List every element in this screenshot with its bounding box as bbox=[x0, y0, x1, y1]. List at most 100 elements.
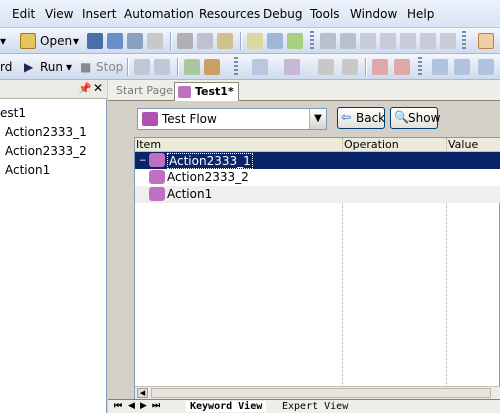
back-arrow-icon: ⇦ bbox=[341, 110, 352, 124]
tab-expert-view[interactable]: Expert View bbox=[282, 401, 348, 412]
spelling-icon[interactable] bbox=[420, 33, 436, 49]
close-panel-icon[interactable]: ✕ bbox=[93, 81, 103, 95]
magnifier-icon: 🔍 bbox=[394, 110, 409, 124]
column-header-value[interactable]: Value bbox=[448, 138, 478, 151]
tree-item-test[interactable]: est1 bbox=[0, 106, 26, 120]
clear-breakpoints-icon[interactable] bbox=[394, 59, 410, 75]
menu-automation[interactable]: Automation bbox=[124, 7, 194, 21]
menu-bar: Edit View Insert Automation Resources De… bbox=[0, 0, 500, 28]
print-icon[interactable] bbox=[127, 33, 143, 49]
toolbar-grip[interactable] bbox=[310, 31, 314, 51]
table-row[interactable]: Action2333_2 bbox=[135, 169, 500, 186]
toolbar-separator bbox=[170, 32, 171, 50]
table-row[interactable]: − Action2333_1 bbox=[135, 152, 500, 169]
toolbar-grip[interactable] bbox=[418, 57, 422, 77]
toolbar-separator bbox=[127, 58, 128, 76]
copy-icon[interactable] bbox=[197, 33, 213, 49]
nav-first-icon[interactable]: ⏮ bbox=[114, 401, 122, 411]
row-label: Action2333_1 bbox=[167, 153, 253, 169]
tab-keyword-view[interactable]: Keyword View bbox=[186, 401, 267, 412]
menu-edit[interactable]: Edit bbox=[12, 7, 35, 21]
menu-tools[interactable]: Tools bbox=[310, 7, 340, 21]
tab-test1[interactable]: Test1* bbox=[174, 82, 239, 101]
run-button[interactable]: Run bbox=[40, 60, 63, 74]
action-icon bbox=[149, 153, 165, 167]
nav-next-icon[interactable]: ▶ bbox=[140, 401, 147, 411]
tree-item-action[interactable]: Action2333_2 bbox=[5, 144, 87, 158]
cut-icon[interactable] bbox=[177, 33, 193, 49]
nav-prev-icon[interactable]: ◀ bbox=[128, 401, 135, 411]
automation-toolbar: rd ▶ Run ▾ ■ Stop bbox=[0, 54, 500, 80]
stop-icon[interactable]: ■ bbox=[80, 60, 91, 74]
replace-icon[interactable] bbox=[400, 33, 416, 49]
standard-toolbar: ▾ Open ▾ bbox=[0, 28, 500, 54]
information-icon[interactable] bbox=[454, 59, 470, 75]
flow-selector-value: Test Flow bbox=[162, 112, 217, 126]
print-preview-icon[interactable] bbox=[147, 33, 163, 49]
toolbar-grip[interactable] bbox=[462, 31, 466, 51]
edit-icon[interactable] bbox=[247, 33, 263, 49]
active-screen-icon[interactable] bbox=[478, 59, 494, 75]
step-over-icon[interactable] bbox=[318, 59, 334, 75]
run-icon[interactable]: ▶ bbox=[24, 60, 33, 74]
nav-last-icon[interactable]: ⏭ bbox=[152, 401, 160, 411]
record-button[interactable]: rd bbox=[0, 60, 12, 74]
step-out-icon[interactable] bbox=[342, 59, 358, 75]
step-into-icon[interactable] bbox=[134, 59, 150, 75]
stop-button[interactable]: Stop bbox=[96, 60, 123, 74]
checkpoint-icon[interactable] bbox=[287, 33, 303, 49]
menu-view[interactable]: View bbox=[45, 7, 73, 21]
save-icon[interactable] bbox=[87, 33, 103, 49]
pin-icon[interactable]: 📌 bbox=[78, 82, 92, 95]
expand-icon[interactable]: − bbox=[139, 156, 147, 166]
test-icon bbox=[178, 86, 191, 98]
checkpoint-toolbar-icon[interactable] bbox=[184, 59, 200, 75]
toolbar-grip[interactable] bbox=[234, 57, 238, 77]
column-header-operation[interactable]: Operation bbox=[344, 138, 399, 151]
menu-insert[interactable]: Insert bbox=[82, 7, 116, 21]
redo-icon[interactable] bbox=[340, 33, 356, 49]
insert-step-icon[interactable] bbox=[252, 59, 268, 75]
show-button[interactable]: 🔍 Show bbox=[390, 107, 440, 129]
function-icon[interactable] bbox=[284, 59, 300, 75]
save-all-icon[interactable] bbox=[107, 33, 123, 49]
menu-resources[interactable]: Resources bbox=[199, 7, 260, 21]
flow-selector[interactable]: Test Flow ▼ bbox=[137, 108, 327, 130]
highlight-icon[interactable] bbox=[478, 33, 494, 49]
output-value-icon[interactable] bbox=[204, 59, 220, 75]
chevron-down-icon[interactable]: ▼ bbox=[309, 109, 326, 129]
zoom-icon[interactable] bbox=[440, 33, 456, 49]
run-dropdown-icon[interactable]: ▾ bbox=[66, 60, 72, 74]
scroll-thumb[interactable] bbox=[151, 388, 491, 398]
tree-item-action[interactable]: Action2333_1 bbox=[5, 125, 87, 139]
back-button[interactable]: ⇦ Back bbox=[337, 107, 385, 129]
tree-item-action[interactable]: Action1 bbox=[5, 163, 50, 177]
scroll-left-icon[interactable]: ◀ bbox=[137, 388, 148, 398]
paste-icon[interactable] bbox=[217, 33, 233, 49]
breakpoint-icon[interactable] bbox=[372, 59, 388, 75]
dropdown-arrow-icon[interactable]: ▾ bbox=[0, 34, 6, 48]
object-repository-icon[interactable] bbox=[267, 33, 283, 49]
back-label: Back bbox=[356, 111, 386, 125]
undo-icon[interactable] bbox=[320, 33, 336, 49]
panel-header: 📌 ✕ bbox=[0, 80, 107, 99]
horizontal-scrollbar[interactable]: ◀ bbox=[135, 386, 500, 399]
find-next-icon[interactable] bbox=[380, 33, 396, 49]
menu-window[interactable]: Window bbox=[350, 7, 397, 21]
menu-help[interactable]: Help bbox=[407, 7, 434, 21]
open-folder-icon[interactable] bbox=[20, 33, 36, 49]
pointer-icon[interactable] bbox=[154, 59, 170, 75]
open-dropdown-icon[interactable]: ▾ bbox=[73, 34, 79, 48]
action-icon bbox=[149, 187, 165, 201]
document-tabs: Start Page Test1* bbox=[108, 80, 500, 101]
action-icon bbox=[149, 170, 165, 184]
find-icon[interactable] bbox=[360, 33, 376, 49]
table-row[interactable]: Action1 bbox=[135, 186, 500, 203]
toolbar-separator bbox=[177, 58, 178, 76]
row-label: Action2333_2 bbox=[167, 170, 249, 184]
open-button[interactable]: Open bbox=[40, 34, 72, 48]
tab-start-page[interactable]: Start Page bbox=[112, 82, 177, 101]
data-table-icon[interactable] bbox=[432, 59, 448, 75]
menu-debug[interactable]: Debug bbox=[263, 7, 302, 21]
column-header-item[interactable]: Item bbox=[136, 138, 161, 151]
